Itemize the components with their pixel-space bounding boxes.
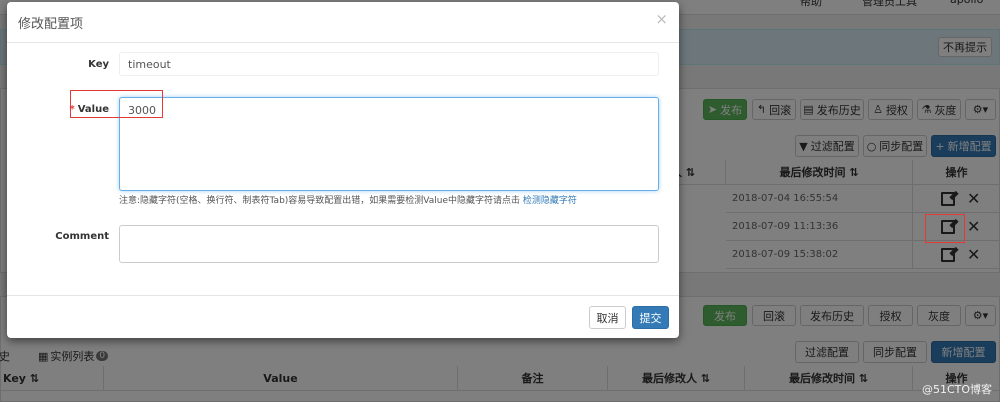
comment-label: Comment [55, 231, 109, 242]
modal-footer-divider [7, 295, 679, 296]
close-icon[interactable]: × [655, 10, 668, 28]
value-textarea[interactable]: 3000 [119, 97, 659, 191]
detect-hidden-chars-link[interactable]: 检测隐藏字符 [523, 196, 577, 206]
edit-highlight-box [925, 214, 965, 243]
cancel-button[interactable]: 取消 [589, 306, 626, 329]
comment-textarea[interactable] [119, 225, 659, 263]
value-highlight-box [70, 90, 163, 118]
key-label: Key [88, 59, 109, 70]
edit-config-modal: 修改配置项 × Key timeout * Value 3000 注意:隐藏字符(… [7, 2, 679, 338]
modal-title: 修改配置项 [18, 17, 84, 32]
hidden-char-note: 注意:隐藏字符(空格、换行符、制表符Tab)容易导致配置出错，如果需要检测Val… [119, 193, 577, 206]
key-field[interactable]: timeout [119, 52, 659, 76]
note-text: 注意:隐藏字符(空格、换行符、制表符Tab)容易导致配置出错，如果需要检测Val… [119, 196, 521, 206]
watermark: @51CTO博客 [922, 383, 993, 396]
modal-header-divider [7, 42, 679, 43]
submit-button[interactable]: 提交 [632, 306, 669, 329]
